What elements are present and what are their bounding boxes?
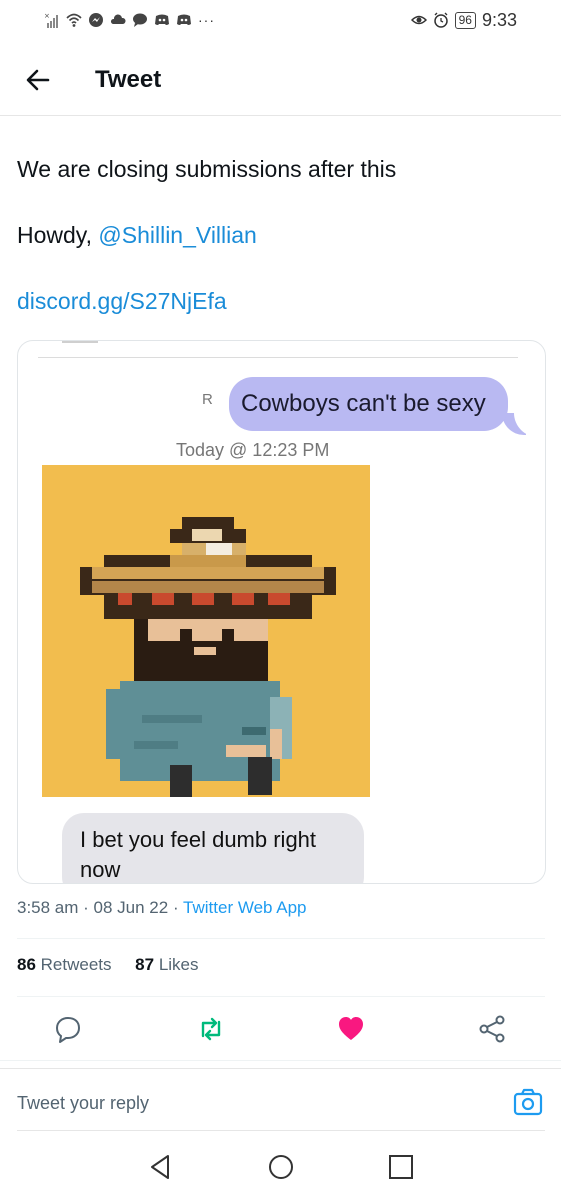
tweet-text-line: Howdy, @Shillin_Villian — [17, 219, 547, 251]
signal-icon: × — [44, 12, 58, 28]
retweets-label: Retweets — [40, 955, 112, 974]
meta-separator: · — [168, 898, 184, 917]
nav-back-icon[interactable] — [146, 1152, 176, 1182]
tweet-date: 08 Jun 22 — [93, 898, 169, 917]
tweet-body: We are closing submissions after this Ho… — [17, 153, 547, 351]
tweet-stats: 86 Retweets 87 Likes — [17, 955, 199, 975]
messenger-icon — [89, 13, 103, 27]
nav-recents-icon[interactable] — [386, 1152, 416, 1182]
page-title: Tweet — [95, 66, 162, 93]
tweet-media[interactable]: R Cowboys can't be sexy Today @ 12:23 PM — [17, 340, 546, 884]
divider — [17, 1130, 545, 1131]
cloud-icon — [110, 14, 126, 24]
divider — [17, 996, 545, 997]
divider — [0, 1060, 561, 1061]
more-dots-icon: ··· — [198, 12, 215, 28]
screenshot-edge — [62, 341, 98, 343]
battery-icon: 96 — [454, 11, 476, 29]
retweets-count: 86 — [17, 955, 36, 974]
status-right: 96 9:33 — [410, 8, 517, 32]
meta-separator: · — [78, 898, 94, 917]
reply-icon[interactable] — [53, 1014, 83, 1044]
likes-label: Likes — [158, 955, 199, 974]
divider — [0, 1068, 561, 1069]
nav-home-icon[interactable] — [266, 1152, 296, 1182]
discord-icon — [155, 14, 169, 25]
reply-input[interactable] — [17, 1086, 477, 1120]
tweet-source-link[interactable]: Twitter Web App — [183, 898, 306, 917]
sender-mark: R — [202, 391, 213, 408]
sent-message-bubble: Cowboys can't be sexy — [229, 377, 508, 431]
likes-count: 87 — [135, 955, 155, 974]
heart-icon[interactable] — [336, 1014, 366, 1044]
tweet-meta: 3:58 am · 08 Jun 22 · Twitter Web App — [17, 898, 307, 918]
chat-icon — [133, 13, 147, 27]
screenshot-divider — [38, 357, 518, 358]
tweet-greeting: Howdy, — [17, 222, 99, 248]
system-navigation-bar — [0, 1140, 561, 1200]
cowboy-pixel-art-image — [42, 465, 370, 797]
arrow-left-icon[interactable] — [24, 66, 52, 94]
share-icon[interactable] — [477, 1014, 507, 1044]
camera-icon[interactable] — [513, 1088, 543, 1116]
chat-timestamp: Today @ 12:23 PM — [176, 440, 330, 460]
status-bar: × ··· 96 9:33 — [0, 0, 561, 42]
status-time: 9:33 — [481, 9, 517, 30]
top-app-bar: Tweet — [0, 50, 561, 112]
wifi-icon — [66, 13, 82, 27]
likes-stat[interactable]: 87 Likes — [135, 955, 198, 974]
mention-link[interactable]: @Shillin_Villian — [98, 222, 256, 248]
retweet-icon[interactable] — [196, 1014, 226, 1044]
svg-text:×: × — [44, 12, 50, 20]
url-link[interactable]: discord.gg/S27NjEfa — [17, 285, 547, 317]
discord-icon — [177, 14, 191, 25]
status-left: × ··· — [44, 8, 215, 32]
header-divider — [0, 115, 561, 116]
tweet-text-line: We are closing submissions after this — [17, 156, 397, 182]
tweet-time: 3:58 am — [17, 898, 79, 917]
retweets-stat[interactable]: 86 Retweets — [17, 955, 112, 974]
alarm-icon — [433, 12, 448, 28]
eye-icon — [410, 15, 427, 25]
divider — [17, 938, 545, 939]
received-message-bubble: I bet you feel dumb right now — [62, 813, 364, 883]
tweet-actions — [0, 1006, 561, 1054]
